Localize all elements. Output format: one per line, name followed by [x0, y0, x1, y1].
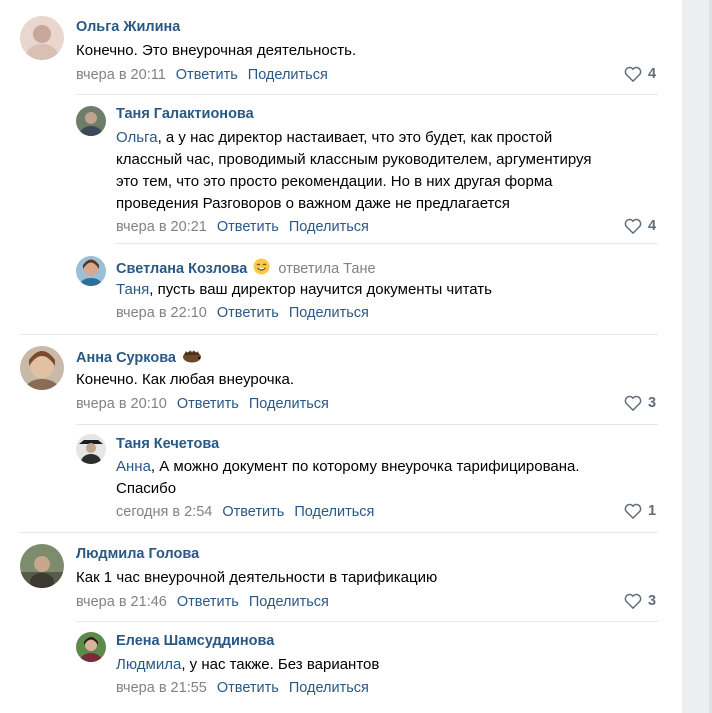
like-button[interactable]: 1	[624, 503, 656, 519]
comment-author[interactable]: Елена Шамсуддинова	[116, 633, 274, 649]
like-count: 4	[648, 218, 657, 234]
comment-text: Таня, пусть ваш директор научится докуме…	[116, 281, 492, 298]
reply-button[interactable]: Ответить	[222, 504, 284, 520]
divider	[20, 532, 658, 533]
hedgehog-emoji-icon	[182, 349, 202, 367]
comment-time[interactable]: вчера в 20:11	[76, 67, 166, 83]
comment-meta: вчера в 20:10 Ответить Поделиться	[76, 396, 329, 412]
share-button[interactable]: Поделиться	[249, 396, 329, 412]
share-button[interactable]: Поделиться	[289, 219, 369, 235]
comment-author[interactable]: Анна Суркова	[76, 349, 202, 367]
replied-to[interactable]: ответила Тане	[278, 261, 375, 277]
heart-icon	[624, 218, 642, 234]
comment-meta: вчера в 21:55 Ответить Поделиться	[116, 680, 369, 696]
comment-meta: сегодня в 2:54 Ответить Поделиться	[116, 504, 374, 520]
like-button[interactable]: 4	[624, 66, 656, 82]
reply-button[interactable]: Ответить	[217, 680, 279, 696]
mention-link[interactable]: Ольга	[116, 129, 158, 146]
comment-author[interactable]: Людмила Голова	[76, 546, 199, 562]
reply-button[interactable]: Ответить	[176, 67, 238, 83]
comment-text: Как 1 час внеурочной деятельности в тари…	[76, 569, 438, 586]
divider	[116, 243, 658, 244]
comment-time[interactable]: сегодня в 2:54	[116, 504, 212, 520]
heart-icon	[624, 395, 642, 411]
mention-link[interactable]: Анна	[116, 458, 151, 475]
comment-time[interactable]: вчера в 21:55	[116, 680, 207, 696]
like-button[interactable]: 3	[624, 593, 656, 609]
mention-link[interactable]: Таня	[116, 281, 149, 298]
like-count: 3	[648, 395, 657, 411]
comment-meta: вчера в 21:46 Ответить Поделиться	[76, 594, 329, 610]
share-button[interactable]: Поделиться	[289, 680, 369, 696]
divider	[76, 621, 658, 622]
like-button[interactable]: 3	[624, 395, 656, 411]
reply-button[interactable]: Ответить	[217, 305, 279, 321]
mention-link[interactable]: Людмила	[116, 656, 181, 673]
comment-text: Людмила, у нас также. Без вариантов	[116, 656, 380, 673]
reply-button[interactable]: Ответить	[177, 396, 239, 412]
avatar[interactable]	[76, 256, 106, 286]
comment-meta: вчера в 20:21 Ответить Поделиться	[116, 219, 369, 235]
comment-time[interactable]: вчера в 20:10	[76, 396, 167, 412]
heart-icon	[624, 503, 642, 519]
comment-text: Конечно. Как любая внеурочка.	[76, 371, 295, 388]
like-count: 1	[648, 503, 657, 519]
share-button[interactable]: Поделиться	[294, 504, 374, 520]
avatar[interactable]	[20, 16, 64, 60]
avatar[interactable]	[76, 632, 106, 662]
page-background-gutter	[682, 0, 712, 713]
comment-author[interactable]: Светлана Козлова ответила Тане	[116, 258, 376, 279]
heart-icon	[624, 593, 642, 609]
heart-icon	[624, 66, 642, 82]
avatar[interactable]	[76, 106, 106, 136]
comment-meta: вчера в 20:11 Ответить Поделиться	[76, 67, 328, 83]
comments-panel: Ольга Жилина Конечно. Это внеурочная дея…	[0, 0, 682, 713]
like-button[interactable]: 4	[624, 218, 656, 234]
comment-time[interactable]: вчера в 20:21	[116, 219, 207, 235]
comment-text: Анна, А можно документ по которому внеур…	[116, 458, 580, 497]
divider	[76, 424, 658, 425]
comment-text: Ольга, а у нас директор настаивает, что …	[116, 129, 592, 212]
comment-time[interactable]: вчера в 21:46	[76, 594, 167, 610]
divider	[76, 94, 658, 95]
comment-author[interactable]: Таня Галактионова	[116, 106, 254, 122]
like-count: 4	[648, 66, 657, 82]
share-button[interactable]: Поделиться	[289, 305, 369, 321]
avatar[interactable]	[76, 434, 106, 464]
reply-button[interactable]: Ответить	[217, 219, 279, 235]
comment-author[interactable]: Ольга Жилина	[76, 19, 180, 35]
comment-author[interactable]: Таня Кечетова	[116, 436, 219, 452]
smile-emoji-icon	[253, 258, 270, 279]
comment-meta: вчера в 22:10 Ответить Поделиться	[116, 305, 369, 321]
comment-text: Конечно. Это внеурочная деятельность.	[76, 42, 357, 59]
reply-button[interactable]: Ответить	[177, 594, 239, 610]
avatar[interactable]	[20, 544, 64, 588]
like-count: 3	[648, 593, 657, 609]
comment-time[interactable]: вчера в 22:10	[116, 305, 207, 321]
share-button[interactable]: Поделиться	[248, 67, 328, 83]
divider	[20, 334, 658, 335]
share-button[interactable]: Поделиться	[249, 594, 329, 610]
avatar[interactable]	[20, 346, 64, 390]
